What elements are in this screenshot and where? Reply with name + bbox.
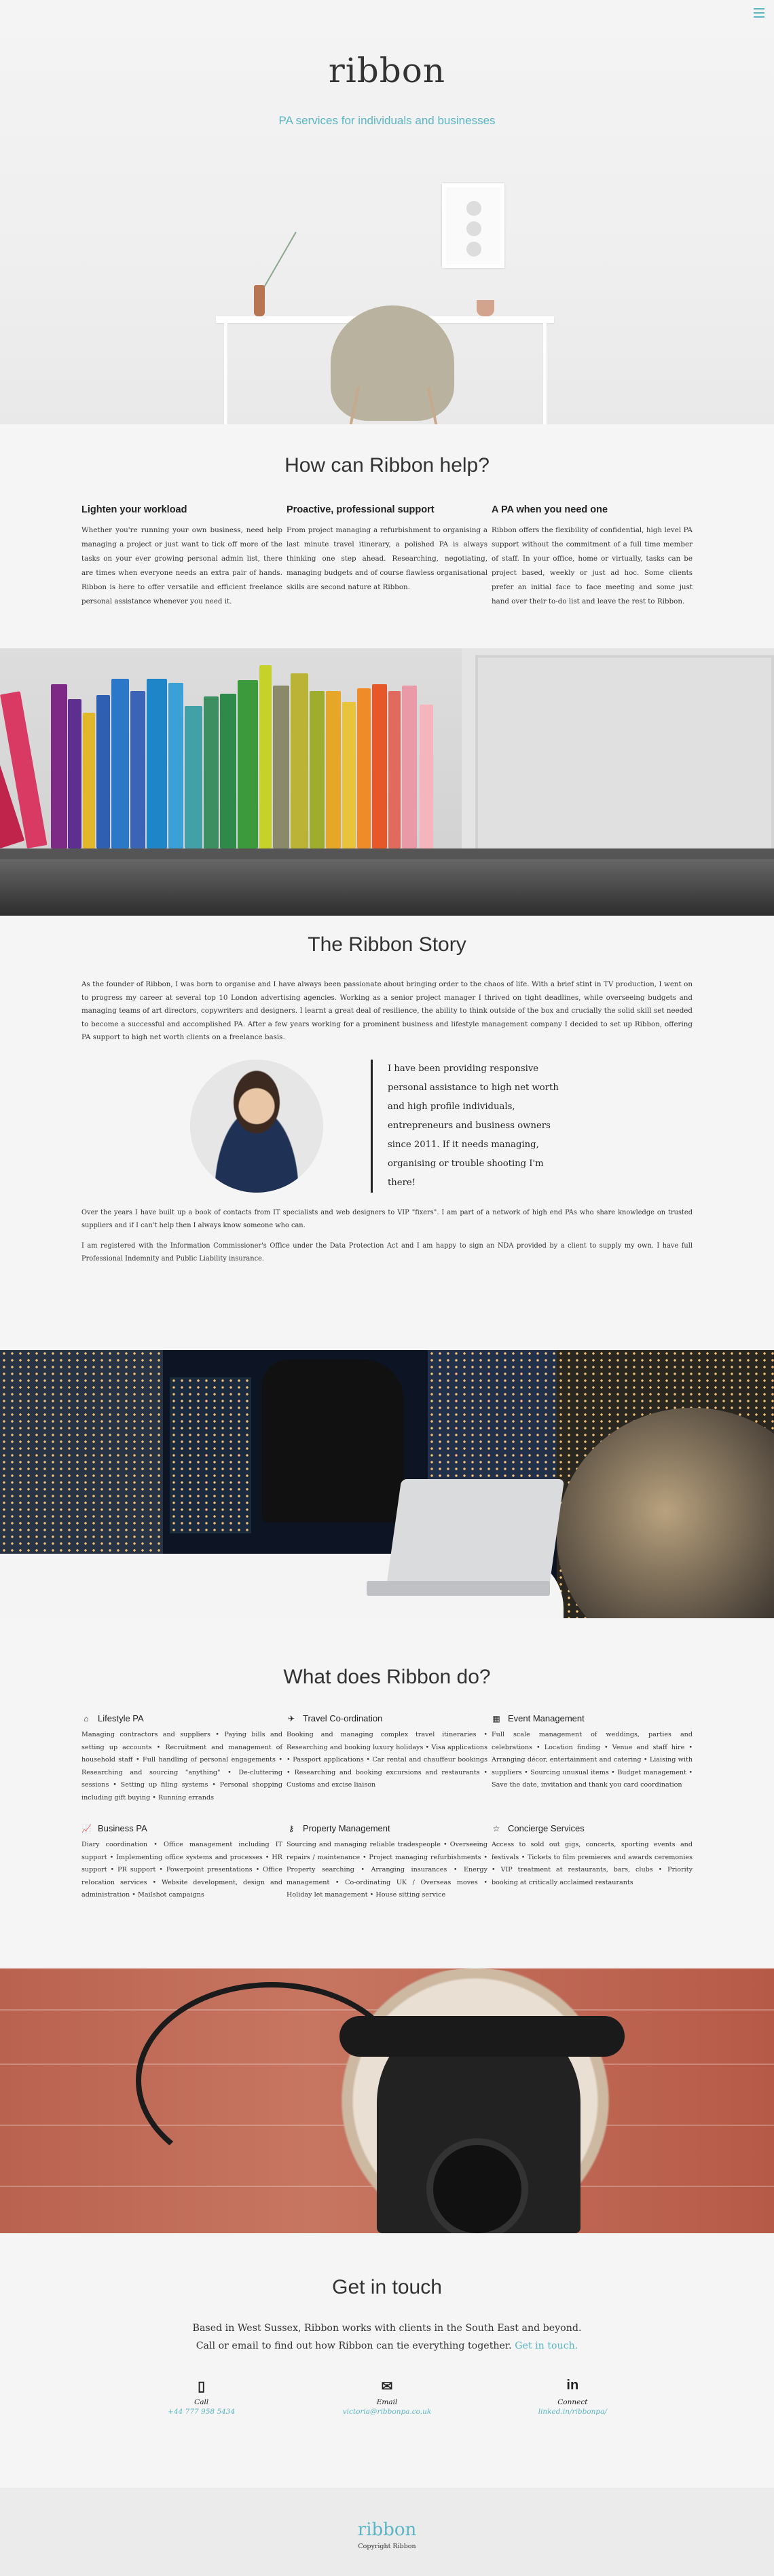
chair	[331, 305, 454, 421]
telephone-photo	[0, 1968, 774, 2233]
chart-icon: 📈	[81, 1823, 92, 1833]
vase	[254, 285, 265, 316]
plant-branch	[261, 231, 331, 311]
desk-leg	[543, 323, 547, 424]
help-heading: A PA when you need one	[492, 504, 608, 515]
contact-section: Get in touch Based in West Sussex, Ribbo…	[0, 2233, 774, 2488]
contact-label: Call	[194, 2398, 209, 2406]
service-text: Access to sold out gigs, concerts, sport…	[492, 1841, 693, 1886]
service-text: Diary coordination • Office management i…	[81, 1841, 282, 1899]
calendar-icon: ▦	[492, 1713, 500, 1723]
service-title: Concierge Services	[508, 1823, 585, 1833]
help-heading: Proactive, professional support	[287, 504, 435, 515]
plane-icon: ✈	[287, 1713, 295, 1723]
service-item: ⚷ Property Management Sourcing and managi…	[287, 1823, 487, 1902]
phone-link[interactable]: +44 777 958 5434	[109, 2408, 294, 2416]
contact-label: Connect	[557, 2398, 588, 2406]
books-photo	[0, 648, 774, 916]
home-icon: ⌂	[84, 1713, 89, 1723]
tagline: PA services for individuals and business…	[278, 114, 496, 127]
service-text: Full scale management of weddings, parti…	[492, 1731, 693, 1789]
service-title: Event Management	[508, 1713, 585, 1723]
help-title: How can Ribbon help?	[284, 454, 490, 477]
service-item: ☆ Concierge Services Access to sold out g…	[492, 1823, 693, 1902]
story-section: The Ribbon Story As the founder of Ribbo…	[0, 916, 774, 1350]
wall-art	[442, 183, 504, 268]
story-paragraph: I am registered with the Information Com…	[81, 1242, 693, 1263]
help-column: Lighten your workload Whether you're run…	[81, 504, 282, 609]
help-column: Proactive, professional support From pro…	[287, 504, 487, 609]
get-in-touch-link[interactable]: Get in touch.	[515, 2340, 578, 2351]
key-icon: ⚷	[288, 1823, 295, 1833]
menu-icon[interactable]	[754, 8, 764, 18]
linkedin-icon: in	[566, 2378, 579, 2393]
copyright: Copyright Ribbon	[358, 2543, 416, 2550]
help-text: Whether you're running your own business…	[81, 526, 282, 605]
star-icon: ☆	[492, 1823, 500, 1833]
contact-email: ✉ Email victoria@ribbonpa.co.uk	[294, 2378, 479, 2416]
services-section: What does Ribbon do? ⌂ Lifestyle PA Manag…	[0, 1618, 774, 1968]
email-link[interactable]: victoria@ribbonpa.co.uk	[294, 2408, 479, 2416]
services-title: What does Ribbon do?	[283, 1666, 491, 1688]
service-item: ⌂ Lifestyle PA Managing contractors and s…	[81, 1713, 282, 1804]
help-column: A PA when you need one Ribbon offers the…	[492, 504, 693, 609]
service-text: Managing contractors and suppliers • Pay…	[81, 1731, 282, 1802]
help-text: Ribbon offers the flexibility of confide…	[492, 526, 693, 605]
founder-quote: I have been providing responsive persona…	[371, 1059, 568, 1193]
footer-logo[interactable]: ribbon	[0, 2520, 774, 2540]
service-title: Business PA	[98, 1823, 147, 1833]
story-paragraph: Over the years I have built up a book of…	[81, 1208, 693, 1230]
contact-call: ▯ Call +44 777 958 5434	[109, 2378, 294, 2416]
service-title: Travel Co-ordination	[303, 1713, 383, 1723]
plant-pot	[477, 300, 494, 316]
help-text: From project managing a refurbishment to…	[287, 526, 487, 591]
desk-leg	[224, 323, 227, 424]
service-title: Property Management	[303, 1823, 390, 1833]
service-text: Sourcing and managing reliable tradespeo…	[287, 1841, 487, 1899]
envelope-icon: ✉	[381, 2379, 393, 2394]
city-office-photo	[0, 1350, 774, 1618]
phone-icon: ▯	[198, 2379, 206, 2394]
story-title: The Ribbon Story	[308, 933, 466, 956]
help-heading: Lighten your workload	[81, 504, 187, 515]
founder-portrait	[190, 1059, 323, 1193]
service-title: Lifestyle PA	[98, 1713, 144, 1723]
contact-title: Get in touch	[332, 2276, 442, 2298]
service-item: ▦ Event Management Full scale management …	[492, 1713, 693, 1804]
logo[interactable]: ribbon	[0, 51, 774, 90]
service-item: ✈ Travel Co-ordination Booking and managi…	[287, 1713, 487, 1804]
service-text: Booking and managing complex travel itin…	[287, 1731, 487, 1789]
contact-label: Email	[376, 2398, 398, 2406]
linkedin-link[interactable]: linked.in/ribbonpa/	[480, 2408, 665, 2416]
story-intro: As the founder of Ribbon, I was born to …	[81, 980, 693, 1041]
contact-linkedin: in Connect linked.in/ribbonpa/	[480, 2378, 665, 2416]
contact-intro: Based in West Sussex, Ribbon works with …	[192, 2323, 582, 2351]
hero: ribbon PA services for individuals and b…	[0, 0, 774, 424]
service-item: 📈 Business PA Diary coordination • Office…	[81, 1823, 282, 1902]
footer: ribbon Copyright Ribbon	[0, 2488, 774, 2576]
help-section: How can Ribbon help? Lighten your worklo…	[0, 424, 774, 648]
